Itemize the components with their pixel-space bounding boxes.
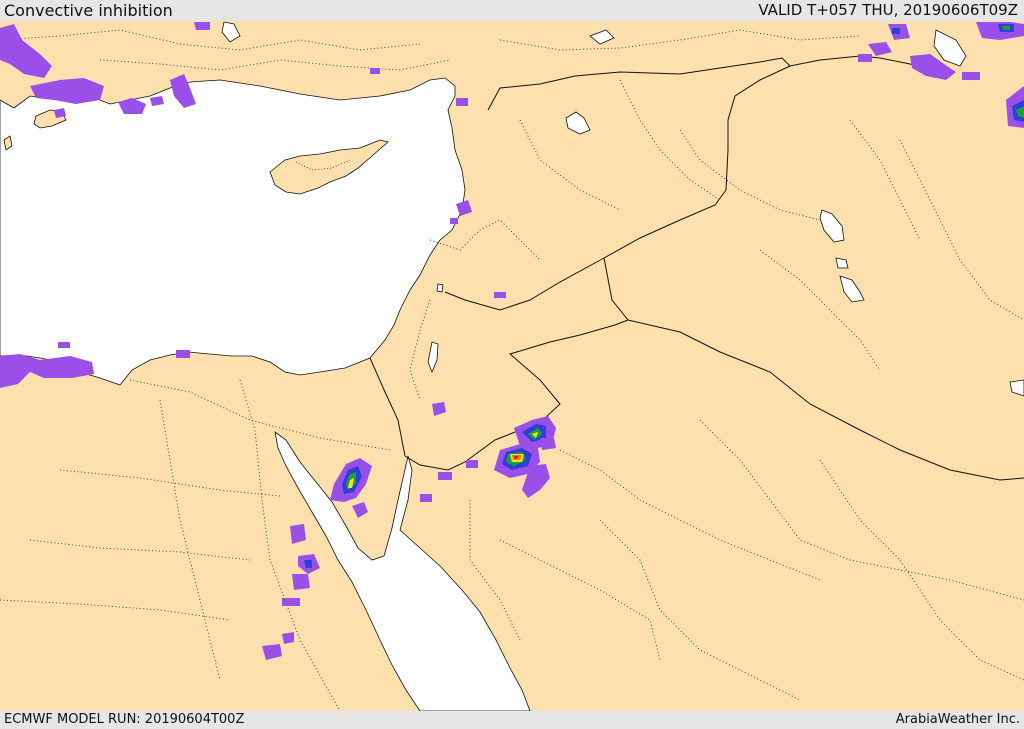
map-frame: Convective inhibition VALID T+057 THU, 2… (0, 0, 1024, 729)
cin-area (892, 28, 900, 34)
cin-area (540, 438, 556, 450)
cin-area (282, 632, 294, 644)
cin-area (858, 54, 872, 62)
cin-area (58, 342, 70, 348)
cin-area (450, 218, 458, 224)
cin-area (420, 494, 432, 502)
valid-time: VALID T+057 THU, 20190606T09Z (758, 1, 1018, 19)
cin-area (438, 472, 452, 480)
header-bar: Convective inhibition VALID T+057 THU, 2… (0, 0, 1024, 21)
model-run-label: ECMWF MODEL RUN: 20190604T00Z (4, 712, 245, 727)
cin-area (282, 598, 300, 606)
cin-area (370, 68, 380, 74)
cin-area (176, 350, 190, 358)
map-canvas (0, 21, 1024, 711)
cin-area (466, 460, 478, 468)
credit-label: ArabiaWeather Inc. (895, 712, 1020, 727)
map-title: Convective inhibition (4, 1, 173, 20)
cin-area (456, 98, 468, 106)
sea-of-galilee (436, 283, 444, 293)
cin-area (962, 72, 980, 80)
cin-area (194, 22, 210, 30)
cin-area (494, 292, 506, 298)
cin-area (292, 574, 310, 590)
footer-bar: ECMWF MODEL RUN: 20190604T00Z ArabiaWeat… (0, 711, 1024, 729)
